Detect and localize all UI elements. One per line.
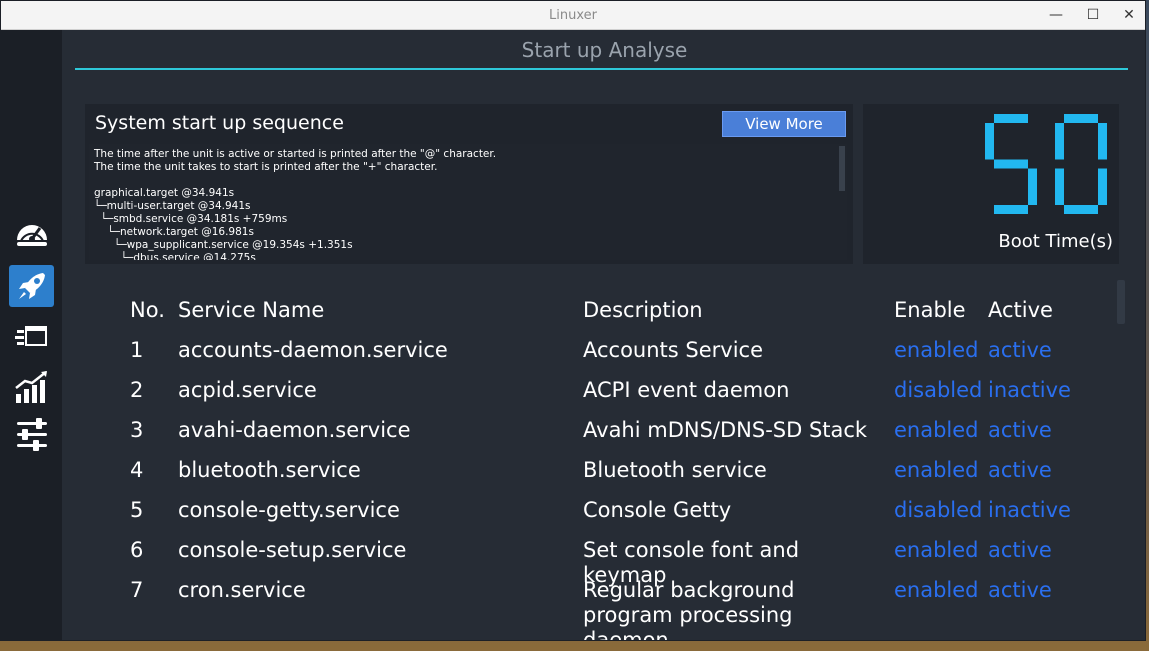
cell-no: 2: [130, 378, 144, 402]
cell-description: Bluetooth service: [583, 458, 767, 482]
cell-enable-status: disabled: [894, 378, 983, 402]
cell-service-name: console-getty.service: [178, 498, 400, 522]
cell-description: Regular background program processing da…: [583, 578, 795, 641]
cell-service-name: console-setup.service: [178, 538, 407, 562]
cell-no: 6: [130, 538, 144, 562]
cell-description: Avahi mDNS/DNS-SD Stack: [583, 418, 868, 442]
close-button[interactable]: ✕: [1118, 5, 1140, 25]
boot-time-label: Boot Time(s): [998, 231, 1113, 252]
nav-settings[interactable]: [9, 414, 54, 456]
seven-segment-bar: [1055, 168, 1064, 205]
sequence-scrollbar[interactable]: [839, 146, 845, 191]
seven-segment-bar: [1064, 114, 1098, 123]
seven-segment-bar: [1098, 123, 1107, 160]
cell-no: 4: [130, 458, 144, 482]
app-window: Linuxer — ☐ ✕ Start up Analyse System st…: [0, 0, 1146, 641]
header-service-name: Service Name: [178, 298, 325, 322]
boot-time-value: 50: [863, 104, 881, 108]
nav-speedometer[interactable]: [9, 212, 54, 254]
seven-segment-bar: [994, 159, 1028, 169]
header-active: Active: [988, 298, 1053, 322]
cell-service-name: accounts-daemon.service: [178, 338, 448, 362]
sidebar: [1, 30, 62, 640]
maximize-button[interactable]: ☐: [1082, 5, 1104, 25]
cell-no: 3: [130, 418, 144, 442]
boot-time-panel: 50 Boot Time(s): [863, 104, 1119, 264]
cell-description: Accounts Service: [583, 338, 764, 362]
startup-sequence-title: System start up sequence: [95, 112, 344, 134]
seven-segment-bar: [994, 205, 1028, 214]
header-enable: Enable: [894, 298, 966, 322]
cell-service-name: acpid.service: [178, 378, 317, 402]
seven-segment-bar: [1098, 168, 1107, 205]
cell-no: 5: [130, 498, 144, 522]
seven-segment-bar: [994, 114, 1028, 123]
cell-description: Console Getty: [583, 498, 732, 522]
rocket-icon: [18, 273, 45, 299]
seven-segment-bar: [1064, 205, 1098, 214]
cell-service-name: avahi-daemon.service: [178, 418, 411, 442]
sliders-icon: [16, 418, 47, 451]
cell-service-name: bluetooth.service: [178, 458, 361, 482]
nav-stats[interactable]: [9, 366, 54, 408]
header-description: Description: [583, 298, 703, 322]
minimize-button[interactable]: —: [1045, 5, 1067, 25]
cell-active-status: active: [988, 418, 1052, 442]
startup-sequence-text[interactable]: The time after the unit is active or sta…: [89, 144, 847, 260]
window-stack-icon: [14, 326, 47, 346]
cell-active-status: active: [988, 538, 1052, 562]
boot-time-display: 50: [863, 104, 1107, 214]
seven-segment-bar: [1055, 123, 1064, 160]
header-no: No.: [130, 298, 165, 322]
cell-no: 7: [130, 578, 144, 602]
cell-description: ACPI event daemon: [583, 378, 790, 402]
main-content: Start up Analyse System start up sequenc…: [62, 30, 1145, 641]
cell-enable-status: enabled: [894, 538, 979, 562]
seven-segment-bar: [985, 123, 994, 160]
cell-active-status: inactive: [988, 498, 1071, 522]
seven-segment-bar: [1028, 168, 1037, 205]
page-title: Start up Analyse: [521, 38, 688, 62]
nav-windows[interactable]: [9, 316, 54, 358]
cell-enable-status: disabled: [894, 498, 983, 522]
title-bar[interactable]: Linuxer — ☐ ✕: [1, 1, 1145, 30]
cell-enable-status: enabled: [894, 458, 979, 482]
cell-active-status: active: [988, 338, 1052, 362]
speedometer-icon: [16, 225, 47, 246]
view-more-button[interactable]: View More: [722, 111, 846, 137]
cell-enable-status: enabled: [894, 578, 979, 602]
cell-no: 1: [130, 338, 144, 362]
cell-active-status: inactive: [988, 378, 1071, 402]
cell-enable-status: enabled: [894, 338, 979, 362]
nav-rocket[interactable]: [9, 265, 54, 307]
window-title: Linuxer: [549, 8, 597, 23]
cell-enable-status: enabled: [894, 418, 979, 442]
cell-active-status: active: [988, 578, 1052, 602]
bar-chart-icon: [14, 371, 47, 403]
title-underline: [75, 68, 1128, 70]
cell-active-status: active: [988, 458, 1052, 482]
table-scrollbar[interactable]: [1117, 280, 1125, 324]
cell-service-name: cron.service: [178, 578, 306, 602]
startup-sequence-panel: System start up sequence View More The t…: [85, 104, 853, 264]
